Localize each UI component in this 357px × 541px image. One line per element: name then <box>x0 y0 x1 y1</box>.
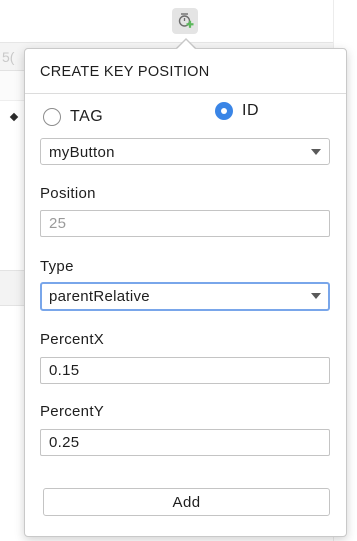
radio-id-circle[interactable] <box>215 102 233 120</box>
target-mode-radio-group: TAG ID <box>25 101 346 131</box>
target-id-value: myButton <box>49 144 115 161</box>
timeline-ruler-label: 5( <box>2 49 15 65</box>
percent-y-label: PercentY <box>40 403 105 420</box>
radio-tag-label: TAG <box>70 108 104 125</box>
add-button[interactable]: Add <box>43 488 330 516</box>
app-window: 5( CREATE KEY POSITION TAG ID myButton P… <box>0 0 357 541</box>
type-dropdown[interactable]: parentRelative <box>40 282 330 311</box>
percent-x-label: PercentX <box>40 331 105 348</box>
type-value: parentRelative <box>49 288 150 305</box>
percent-x-input[interactable] <box>40 357 330 384</box>
create-key-position-popup: CREATE KEY POSITION TAG ID myButton Posi… <box>24 48 347 537</box>
radio-id-label: ID <box>242 102 259 119</box>
radio-tag-circle[interactable] <box>43 108 61 126</box>
chevron-down-icon <box>311 149 321 155</box>
popup-header: CREATE KEY POSITION <box>25 49 346 94</box>
create-key-position-icon <box>178 13 194 28</box>
create-key-position-button[interactable] <box>172 8 198 34</box>
position-input[interactable] <box>40 210 330 237</box>
radio-id[interactable]: ID <box>215 102 259 120</box>
type-label: Type <box>40 258 74 275</box>
position-label: Position <box>40 185 96 202</box>
target-id-dropdown[interactable]: myButton <box>40 138 330 165</box>
chevron-down-icon <box>311 293 321 299</box>
popup-pointer-fill <box>176 40 196 50</box>
percent-y-input[interactable] <box>40 429 330 456</box>
radio-tag[interactable]: TAG <box>43 108 103 126</box>
keyframe-diamond-icon[interactable] <box>9 112 19 122</box>
popup-title: CREATE KEY POSITION <box>40 64 210 80</box>
